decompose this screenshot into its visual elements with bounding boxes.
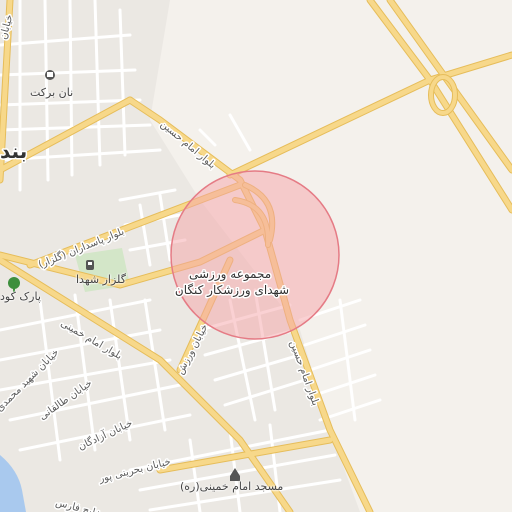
- sports-complex-label-line2: شهدای ورزشکار کنگان: [175, 283, 289, 298]
- poi-label-mosque[interactable]: مسجد امام خمینی(ره): [180, 480, 283, 493]
- poi-label-park[interactable]: پارک کود: [0, 290, 41, 303]
- poi-label-cemetery[interactable]: گلزار شهدا: [76, 273, 126, 286]
- cemetery-icon[interactable]: [86, 260, 94, 270]
- map-canvas[interactable]: مجموعه ورزشی شهدای ورزشکار کنگان بند بلو…: [0, 0, 512, 512]
- sports-complex-label-line1: مجموعه ورزشی: [189, 267, 271, 282]
- map-view[interactable]: مجموعه ورزشی شهدای ورزشکار کنگان بند بلو…: [0, 0, 512, 512]
- city-label: بند: [0, 139, 27, 163]
- poi-label-bakery[interactable]: نان برکت: [30, 86, 73, 99]
- sports-complex-label: مجموعه ورزشی شهدای ورزشکار کنگان: [175, 267, 289, 298]
- sports-complex-highlight-circle[interactable]: [170, 170, 340, 340]
- bakery-icon[interactable]: [45, 70, 55, 80]
